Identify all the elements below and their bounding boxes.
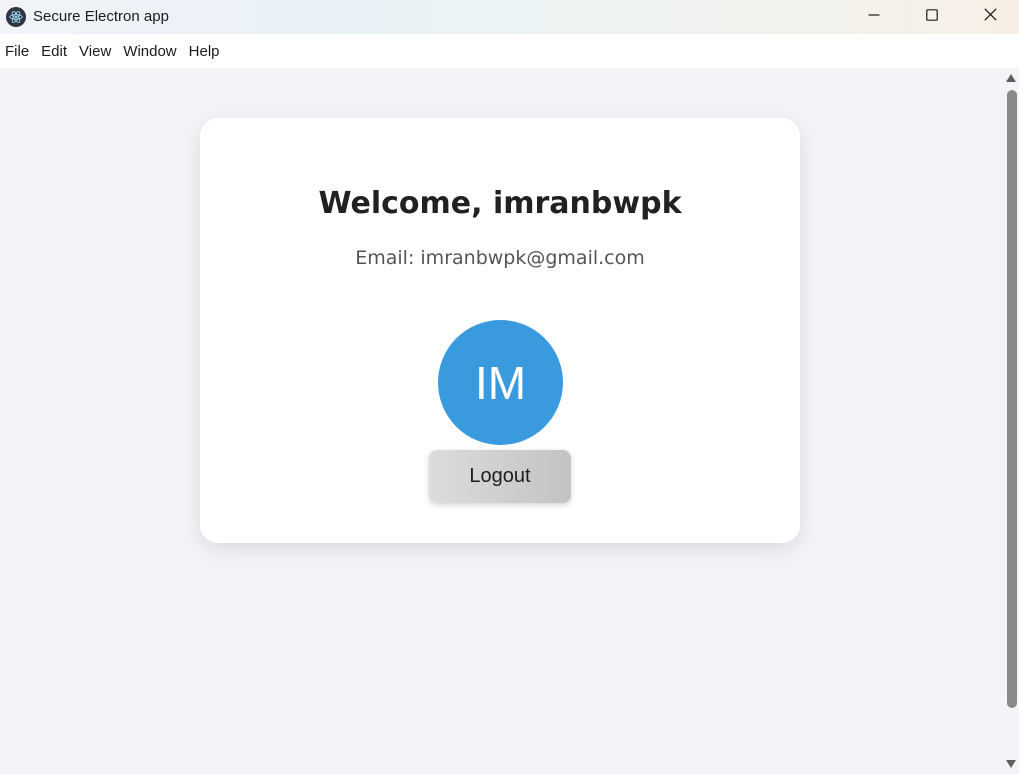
welcome-heading: Welcome, imranbwpk (318, 186, 682, 221)
menu-window[interactable]: Window (117, 34, 182, 68)
close-button[interactable] (961, 0, 1019, 34)
close-icon (983, 8, 997, 26)
logout-button[interactable]: Logout (429, 450, 571, 503)
maximize-icon (926, 8, 938, 26)
minimize-button[interactable] (845, 0, 903, 34)
minimize-icon (868, 8, 880, 26)
app-window: Secure Electron app File Edit View Windo… (0, 0, 1019, 774)
scrollbar-thumb[interactable] (1007, 90, 1017, 708)
menu-file[interactable]: File (0, 34, 35, 68)
menu-bar: File Edit View Window Help (0, 34, 1019, 68)
profile-card: Welcome, imranbwpk Email: imranbwpk@gmai… (200, 118, 800, 543)
email-text: Email: imranbwpk@gmail.com (355, 247, 645, 269)
vertical-scrollbar[interactable] (1003, 68, 1019, 774)
electron-icon (6, 7, 26, 27)
maximize-button[interactable] (903, 0, 961, 34)
menu-view[interactable]: View (73, 34, 117, 68)
avatar-initials: IM (474, 356, 527, 409)
window-title: Secure Electron app (33, 8, 169, 25)
avatar: IM (438, 320, 563, 445)
menu-help[interactable]: Help (183, 34, 226, 68)
scroll-down-arrow-icon[interactable] (1005, 758, 1017, 770)
menu-edit[interactable]: Edit (35, 34, 73, 68)
title-bar: Secure Electron app (0, 0, 1019, 34)
main-content: Welcome, imranbwpk Email: imranbwpk@gmai… (0, 68, 1003, 774)
scroll-up-arrow-icon[interactable] (1005, 72, 1017, 84)
